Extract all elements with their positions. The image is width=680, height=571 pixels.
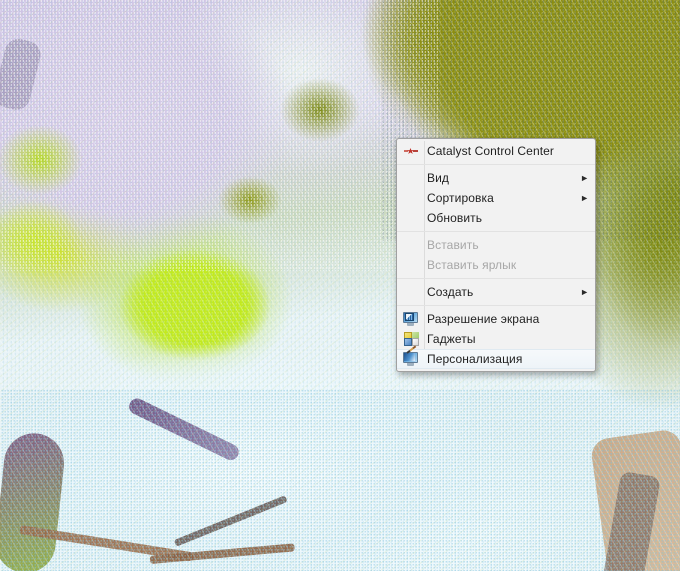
menu-icon-slot [397,235,425,255]
menu-item-label: Персонализация [427,352,523,366]
wallpaper-branch-brown-2 [149,543,295,564]
submenu-arrow-icon: ► [580,287,589,297]
desktop-context-menu[interactable]: Catalyst Control Center Вид ► Сортировка ► Об… [396,138,596,372]
wallpaper-trunk-left [0,430,67,571]
menu-icon-slot [397,309,425,329]
wallpaper-branch-purple [126,395,242,463]
menu-icon-slot [397,282,425,302]
menu-item-view[interactable]: Вид ► [397,168,595,188]
menu-item-paste-shortcut: Вставить ярлык [397,255,595,275]
monitor-brush-icon [403,345,419,366]
menu-separator [397,305,595,306]
desktop-screen: Catalyst Control Center Вид ► Сортировка ► Об… [0,0,680,571]
menu-item-label: Обновить [427,211,483,225]
menu-icon-slot [397,255,425,275]
menu-item-personalization[interactable]: Персонализация [397,345,595,369]
menu-icon-slot [397,141,425,161]
menu-item-catalyst-control-center[interactable]: Catalyst Control Center [397,141,595,161]
wallpaper-branch-upper-left [0,36,44,113]
menu-item-label: Вставить ярлык [427,258,517,272]
submenu-arrow-icon: ► [580,173,589,183]
menu-separator [397,278,595,279]
menu-icon-slot [397,188,425,208]
menu-item-label: Сортировка [427,191,494,205]
catalyst-ati-icon [404,145,418,157]
submenu-arrow-icon: ► [580,193,589,203]
menu-item-label: Вид [427,171,450,185]
menu-item-label: Вставить [427,238,479,252]
monitor-resolution-icon [403,312,419,326]
gadgets-tiles-icon [403,332,419,346]
wallpaper-highlight-stipple [0,0,440,271]
menu-item-label: Разрешение экрана [427,312,540,326]
wallpaper-branch-dark [173,495,288,547]
menu-item-label: Создать [427,285,474,299]
menu-item-gadgets[interactable]: Гаджеты [397,329,595,349]
menu-item-screen-resolution[interactable]: Разрешение экрана [397,309,595,329]
menu-item-label: Гаджеты [427,332,476,346]
menu-icon-slot [397,329,425,349]
menu-icon-slot [397,345,425,369]
menu-item-label: Catalyst Control Center [427,144,555,158]
menu-icon-slot [397,208,425,228]
menu-item-sort-by[interactable]: Сортировка ► [397,188,595,208]
menu-item-new[interactable]: Создать ► [397,282,595,302]
menu-icon-slot [397,168,425,188]
menu-item-refresh[interactable]: Обновить [397,208,595,228]
menu-separator [397,231,595,232]
menu-separator [397,164,595,165]
menu-item-paste: Вставить [397,235,595,255]
